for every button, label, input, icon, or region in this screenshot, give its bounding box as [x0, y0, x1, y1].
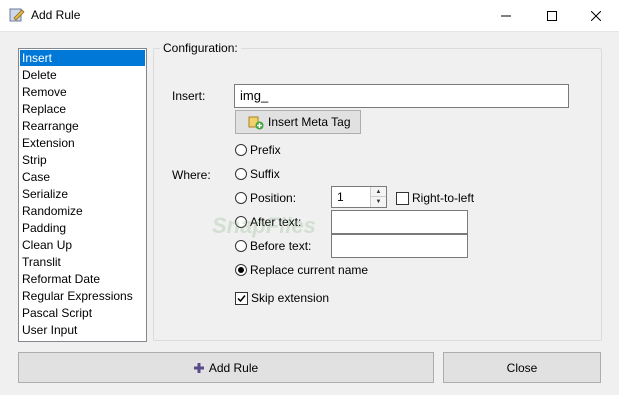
maximize-button[interactable] [529, 0, 575, 31]
stepper-arrows[interactable]: ▲ ▼ [370, 187, 386, 207]
meta-tag-icon [248, 116, 264, 130]
list-item[interactable]: Extension [19, 135, 146, 152]
list-item[interactable]: Case [19, 169, 146, 186]
radio-before-text-label: Before text: [250, 239, 312, 253]
radio-replace-current[interactable]: Replace current name [235, 263, 368, 277]
before-text-input[interactable] [331, 234, 468, 258]
insert-input[interactable]: img_ [234, 84, 569, 108]
radio-replace-current-label: Replace current name [250, 263, 369, 277]
checkbox-box [235, 291, 248, 305]
skip-extension-checkbox[interactable]: Skip extension [235, 291, 329, 305]
radio-suffix[interactable]: Suffix [235, 167, 280, 181]
checkbox-box [396, 191, 409, 205]
plus-icon [193, 362, 204, 373]
list-item[interactable]: Regular Expressions [19, 288, 146, 305]
close-button[interactable]: Close [443, 352, 601, 383]
app-icon [9, 8, 25, 22]
skip-extension-label: Skip extension [251, 291, 330, 305]
insert-meta-tag-label: Insert Meta Tag [268, 115, 351, 129]
radio-position-label: Position: [250, 191, 297, 205]
list-item[interactable]: Serialize [19, 186, 146, 203]
list-item[interactable]: Rearrange [19, 118, 146, 135]
radio-circle [235, 192, 247, 204]
radio-circle [235, 264, 247, 276]
list-item[interactable]: User Input [19, 322, 146, 339]
list-item[interactable]: Padding [19, 220, 146, 237]
right-to-left-checkbox[interactable]: Right-to-left [396, 191, 474, 205]
list-item[interactable]: Remove [19, 84, 146, 101]
list-item[interactable]: Clean Up [19, 237, 146, 254]
chevron-up-icon[interactable]: ▲ [371, 187, 386, 197]
list-item[interactable]: Replace [19, 101, 146, 118]
chevron-down-icon[interactable]: ▼ [371, 197, 386, 207]
insert-label: Insert: [172, 89, 206, 103]
add-rule-button[interactable]: Add Rule [18, 352, 434, 383]
list-item[interactable]: Randomize [19, 203, 146, 220]
checkmark-icon [237, 294, 246, 302]
title-bar: Add Rule [0, 0, 619, 32]
minimize-button[interactable] [483, 0, 529, 31]
configuration-label: Configuration: [160, 41, 241, 55]
position-value: 1 [337, 190, 344, 204]
insert-meta-tag-button[interactable]: Insert Meta Tag [235, 110, 361, 134]
right-to-left-label: Right-to-left [412, 191, 475, 205]
where-label: Where: [172, 168, 211, 182]
close-window-button[interactable] [573, 0, 619, 31]
list-item[interactable]: Translit [19, 254, 146, 271]
add-rule-label: Add Rule [208, 360, 259, 375]
radio-position[interactable]: Position: [235, 191, 296, 205]
radio-circle [235, 168, 247, 180]
list-item[interactable]: Reformat Date [19, 271, 146, 288]
close-icon [591, 10, 601, 21]
maximize-icon [547, 10, 557, 21]
radio-prefix[interactable]: Prefix [235, 143, 281, 157]
radio-prefix-label: Prefix [250, 143, 281, 157]
radio-suffix-label: Suffix [250, 167, 280, 181]
list-item[interactable]: Strip [19, 152, 146, 169]
minimize-icon [501, 15, 511, 16]
after-text-input[interactable] [331, 210, 468, 234]
position-stepper[interactable]: 1 ▲ ▼ [331, 186, 387, 208]
close-label: Close [506, 360, 538, 375]
radio-circle [235, 144, 247, 156]
list-item[interactable]: Insert [20, 50, 145, 66]
radio-before-text[interactable]: Before text: [235, 239, 311, 253]
list-item[interactable]: Delete [19, 67, 146, 84]
window-title: Add Rule [31, 8, 81, 22]
list-item[interactable]: Pascal Script [19, 305, 146, 322]
radio-circle [235, 240, 247, 252]
rules-list[interactable]: Insert Delete Remove Replace Rearrange Extens… [18, 48, 147, 342]
snapfiles-watermark: SnapFiles [212, 213, 316, 238]
